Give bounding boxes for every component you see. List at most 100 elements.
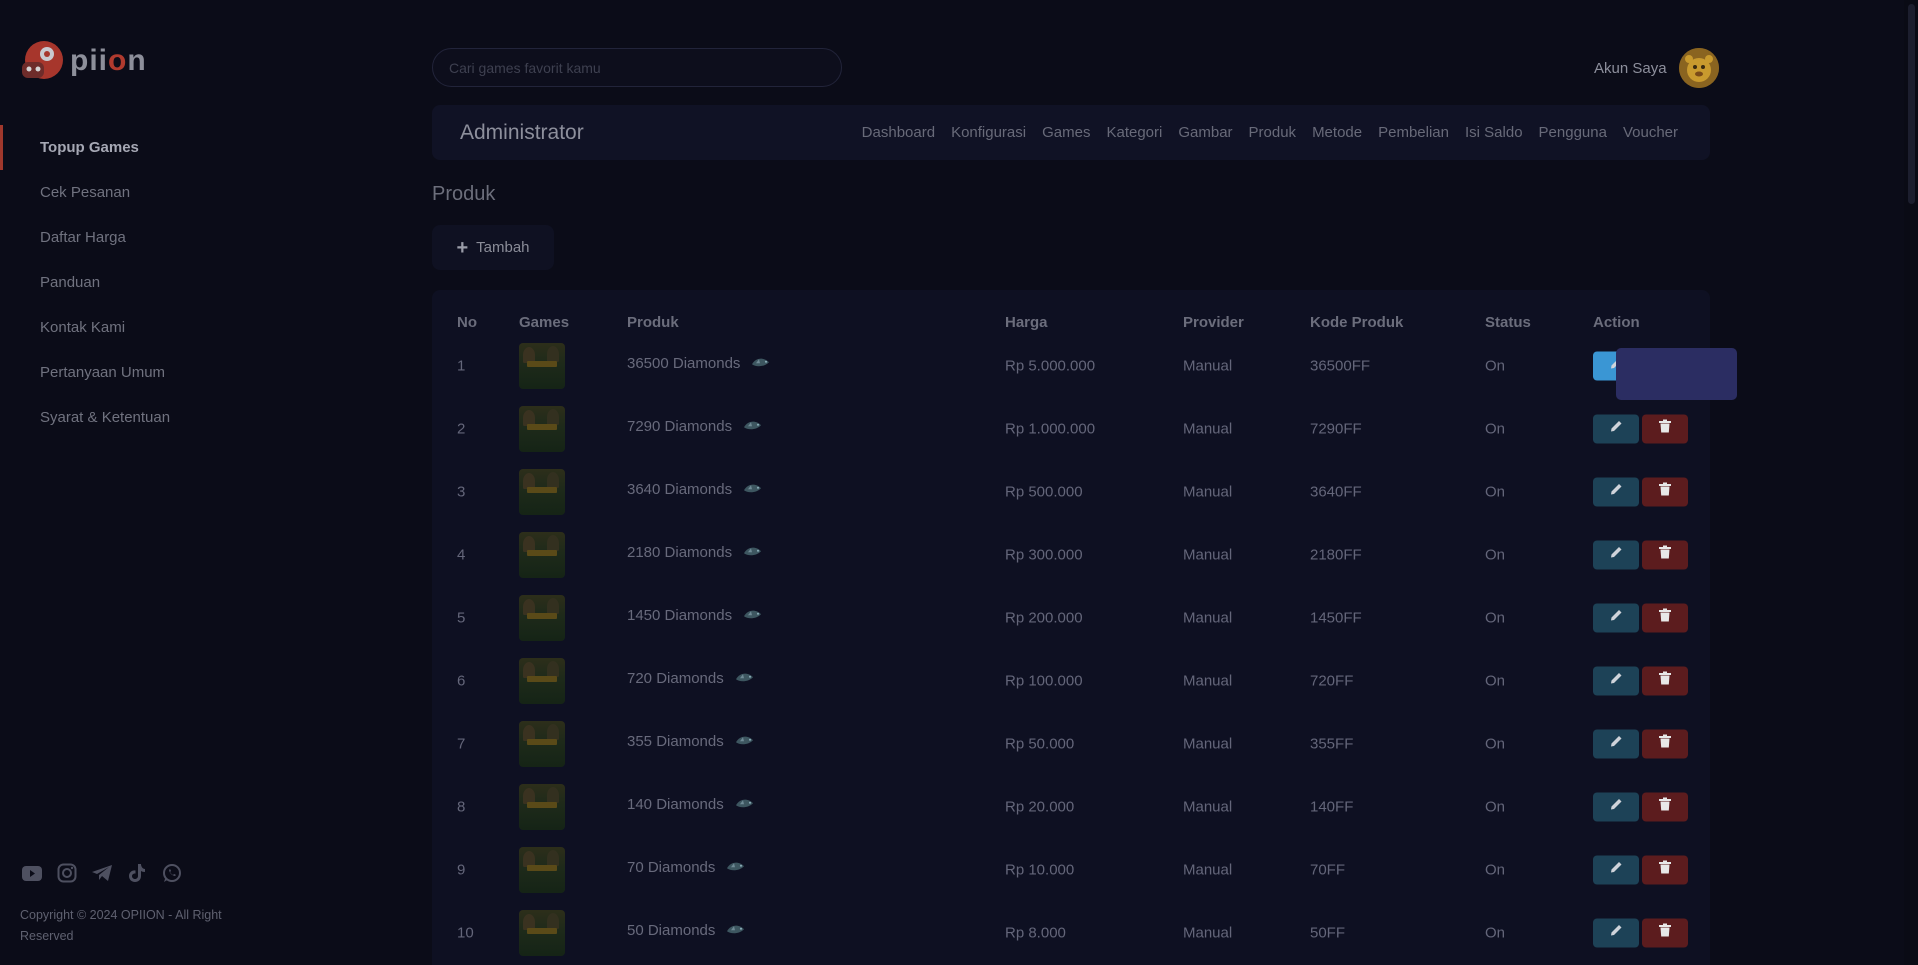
th-produk: Produk: [627, 314, 679, 331]
sidebar-item-panduan[interactable]: Panduan: [0, 260, 360, 305]
copyright-text: Copyright © 2024 OPIION - All Right Rese…: [20, 908, 222, 943]
trash-icon: [1659, 419, 1671, 438]
cell-no: 6: [457, 672, 466, 689]
cell-kode-produk: 355FF: [1310, 735, 1354, 752]
delete-button[interactable]: [1642, 540, 1688, 569]
pencil-icon: [1610, 672, 1623, 690]
delete-button[interactable]: [1642, 918, 1688, 947]
cell-harga: Rp 200.000: [1005, 609, 1083, 626]
delete-button[interactable]: [1642, 477, 1688, 506]
tiktok-icon[interactable]: [125, 862, 149, 884]
admin-menu-gambar[interactable]: Gambar: [1178, 124, 1232, 141]
edit-button[interactable]: [1593, 918, 1639, 947]
trash-icon: [1659, 671, 1671, 690]
cell-provider: Manual: [1183, 483, 1233, 500]
cell-provider: Manual: [1183, 798, 1233, 815]
youtube-icon[interactable]: [20, 862, 44, 884]
edit-button[interactable]: [1593, 477, 1639, 506]
search-input[interactable]: [432, 48, 842, 87]
delete-button[interactable]: [1642, 414, 1688, 443]
account-menu[interactable]: Akun Saya: [1594, 48, 1719, 88]
cell-status: On: [1485, 420, 1506, 437]
admin-menu-pengguna[interactable]: Pengguna: [1539, 124, 1607, 141]
trash-icon: [1659, 608, 1671, 627]
th-harga: Harga: [1005, 314, 1048, 331]
product-name: 36500 Diamonds: [627, 355, 741, 373]
cell-produk: 7290 Diamonds: [627, 418, 764, 436]
diamond-icon: [742, 418, 764, 436]
game-thumbnail: [519, 657, 565, 704]
cell-kode-produk: 70FF: [1310, 861, 1346, 878]
table-row: 9 70 Diamonds Rp 10.000 Manual 70FF On: [432, 838, 1710, 901]
delete-button[interactable]: [1642, 729, 1688, 758]
cell-no: 4: [457, 546, 466, 563]
sidebar-item-kontak-kami[interactable]: Kontak Kami: [0, 305, 360, 350]
cell-no: 2: [457, 420, 466, 437]
table-row: 1 36500 Diamonds Rp 5.000.000 Manual 36500FF…: [432, 334, 1710, 397]
admin-menu-metode[interactable]: Metode: [1312, 124, 1362, 141]
edit-button[interactable]: [1593, 603, 1639, 632]
admin-menu-games[interactable]: Games: [1042, 124, 1090, 141]
delete-button[interactable]: [1642, 792, 1688, 821]
trash-icon: [1659, 482, 1671, 501]
admin-navbar: Administrator Dashboard Konfigurasi Game…: [432, 105, 1710, 160]
pencil-icon: [1610, 924, 1623, 942]
cell-no: 10: [457, 924, 474, 941]
instagram-icon[interactable]: [55, 862, 79, 884]
page-scrollbar[interactable]: [1904, 0, 1918, 965]
brand-logo[interactable]: piion: [20, 38, 147, 84]
edit-button[interactable]: [1593, 666, 1639, 695]
diamond-icon: [725, 859, 747, 877]
product-name: 1450 Diamonds: [627, 607, 733, 625]
th-action: Action: [1593, 314, 1640, 331]
edit-button[interactable]: [1593, 729, 1639, 758]
delete-button[interactable]: [1642, 603, 1688, 632]
admin-menu-voucher[interactable]: Voucher: [1623, 124, 1678, 141]
cell-harga: Rp 300.000: [1005, 546, 1083, 563]
table-row: 7 355 Diamonds Rp 50.000 Manual 355FF On: [432, 712, 1710, 775]
telegram-icon[interactable]: [90, 862, 114, 884]
admin-menu-konfigurasi[interactable]: Konfigurasi: [951, 124, 1026, 141]
th-no: No: [457, 314, 477, 331]
whatsapp-icon[interactable]: [160, 862, 184, 884]
cell-status: On: [1485, 546, 1506, 563]
cell-no: 8: [457, 798, 466, 815]
edit-button[interactable]: [1593, 414, 1639, 443]
add-product-button[interactable]: + Tambah: [432, 225, 554, 270]
admin-title: Administrator: [460, 120, 584, 144]
sidebar-item-pertanyaan-umum[interactable]: Pertanyaan Umum: [0, 350, 360, 395]
avatar[interactable]: [1678, 48, 1719, 88]
cell-kode-produk: 2180FF: [1310, 546, 1362, 563]
admin-menu-produk[interactable]: Produk: [1249, 124, 1297, 141]
cell-status: On: [1485, 609, 1506, 626]
scrollbar-thumb[interactable]: [1908, 4, 1915, 204]
delete-button[interactable]: [1642, 666, 1688, 695]
admin-menu-kategori[interactable]: Kategori: [1106, 124, 1162, 141]
diamond-icon: [750, 355, 772, 373]
delete-button[interactable]: [1642, 855, 1688, 884]
game-thumbnail: [519, 720, 565, 767]
account-label: Akun Saya: [1594, 59, 1667, 77]
cell-produk: 3640 Diamonds: [627, 481, 764, 499]
cell-provider: Manual: [1183, 420, 1233, 437]
edit-button[interactable]: [1593, 855, 1639, 884]
table-row: 6 720 Diamonds Rp 100.000 Manual 720FF On: [432, 649, 1710, 712]
cell-produk: 720 Diamonds: [627, 670, 756, 688]
cell-status: On: [1485, 735, 1506, 752]
admin-menu-dashboard[interactable]: Dashboard: [862, 124, 935, 141]
diamond-icon: [742, 544, 764, 562]
cell-status: On: [1485, 483, 1506, 500]
cell-produk: 36500 Diamonds: [627, 355, 772, 373]
cell-harga: Rp 50.000: [1005, 735, 1075, 752]
sidebar-item-cek-pesanan[interactable]: Cek Pesanan: [0, 170, 360, 215]
admin-menu-isi-saldo[interactable]: Isi Saldo: [1465, 124, 1523, 141]
admin-menu-pembelian[interactable]: Pembelian: [1378, 124, 1449, 141]
sidebar-item-topup-games[interactable]: Topup Games: [0, 125, 360, 170]
sidebar-item-syarat-ketentuan[interactable]: Syarat & Ketentuan: [0, 395, 360, 440]
sidebar-item-daftar-harga[interactable]: Daftar Harga: [0, 215, 360, 260]
product-name: 355 Diamonds: [627, 733, 724, 751]
product-name: 140 Diamonds: [627, 796, 724, 814]
edit-button[interactable]: [1593, 792, 1639, 821]
game-thumbnail: [519, 531, 565, 578]
edit-button[interactable]: [1593, 540, 1639, 569]
